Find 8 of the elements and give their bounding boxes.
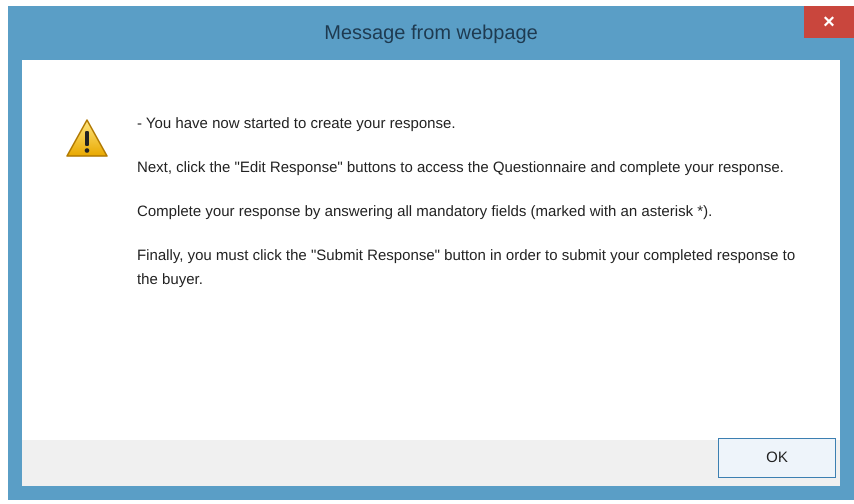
warning-icon [65, 118, 109, 158]
window-title: Message from webpage [324, 21, 538, 46]
message-text: Finally, you must click the "Submit Response" button in order to submit your completed response to the buyer. [137, 246, 796, 290]
ok-button[interactable]: OK [718, 438, 836, 478]
message-text: - You have now started to create your response. [137, 114, 457, 134]
message-text: Next, click the "Edit Response" buttons to access the Questionnaire and complete your response. [137, 158, 785, 178]
close-button[interactable]: × [804, 6, 854, 38]
message-text: Complete your response by answering all mandatory fields (marked with an asterisk *). [137, 202, 714, 222]
